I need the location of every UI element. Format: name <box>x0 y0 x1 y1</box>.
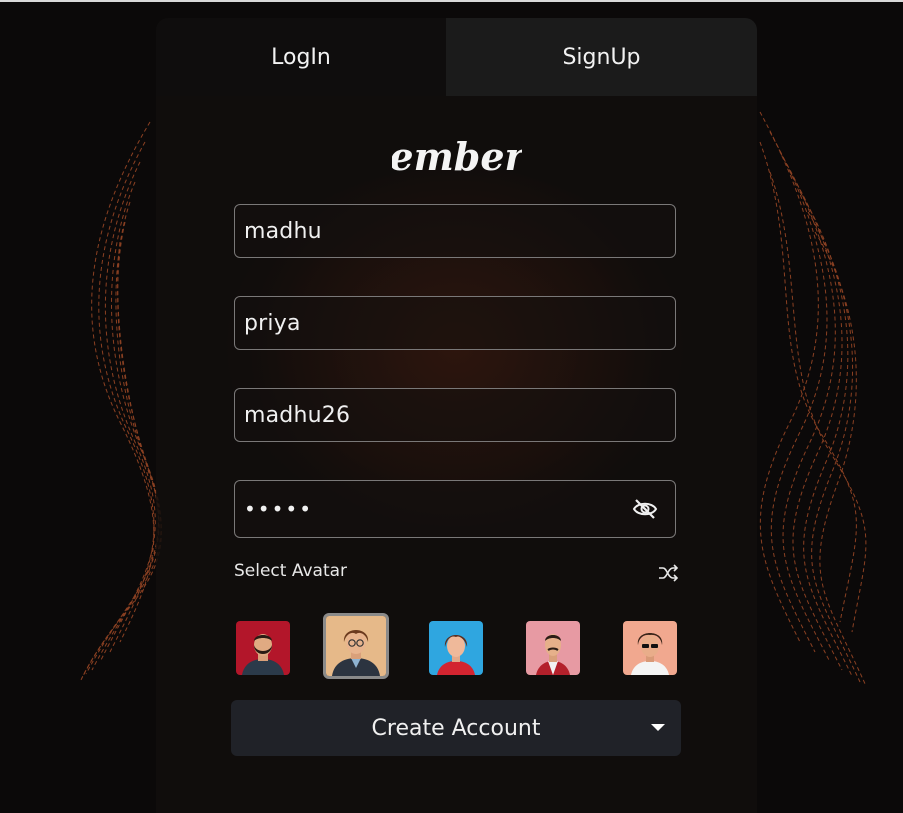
shuffle-icon[interactable] <box>656 561 680 585</box>
auth-card: LogIn SignUp ember Select Avatar <box>156 18 757 813</box>
ember-logo: ember <box>156 126 757 186</box>
ember-logo-script: ember <box>389 134 527 179</box>
first-name-field[interactable] <box>234 204 676 258</box>
password-field[interactable] <box>234 480 676 538</box>
avatar-man-sunglasses[interactable] <box>623 621 677 675</box>
caret-down-icon[interactable] <box>651 724 665 731</box>
avatar-glasses-person[interactable] <box>323 613 389 679</box>
username-input[interactable] <box>235 389 675 441</box>
avatar-man-mustache[interactable] <box>526 621 580 675</box>
tab-signup[interactable]: SignUp <box>446 18 757 96</box>
select-avatar-label: Select Avatar <box>234 561 348 581</box>
auth-tabs: LogIn SignUp <box>156 18 757 96</box>
username-field[interactable] <box>234 388 676 442</box>
logo-text: ember <box>392 134 522 179</box>
avatar-list <box>156 613 757 685</box>
last-name-field[interactable] <box>234 296 676 350</box>
create-account-label: Create Account <box>371 715 541 741</box>
password-input[interactable] <box>235 481 631 537</box>
avatar-woman-blue[interactable] <box>429 621 483 675</box>
tab-login[interactable]: LogIn <box>156 18 446 96</box>
last-name-input[interactable] <box>235 297 675 349</box>
eye-slash-icon[interactable] <box>631 495 659 523</box>
create-account-button[interactable]: Create Account <box>231 700 681 756</box>
first-name-input[interactable] <box>235 205 675 257</box>
avatar-bearded-man[interactable] <box>236 621 290 675</box>
